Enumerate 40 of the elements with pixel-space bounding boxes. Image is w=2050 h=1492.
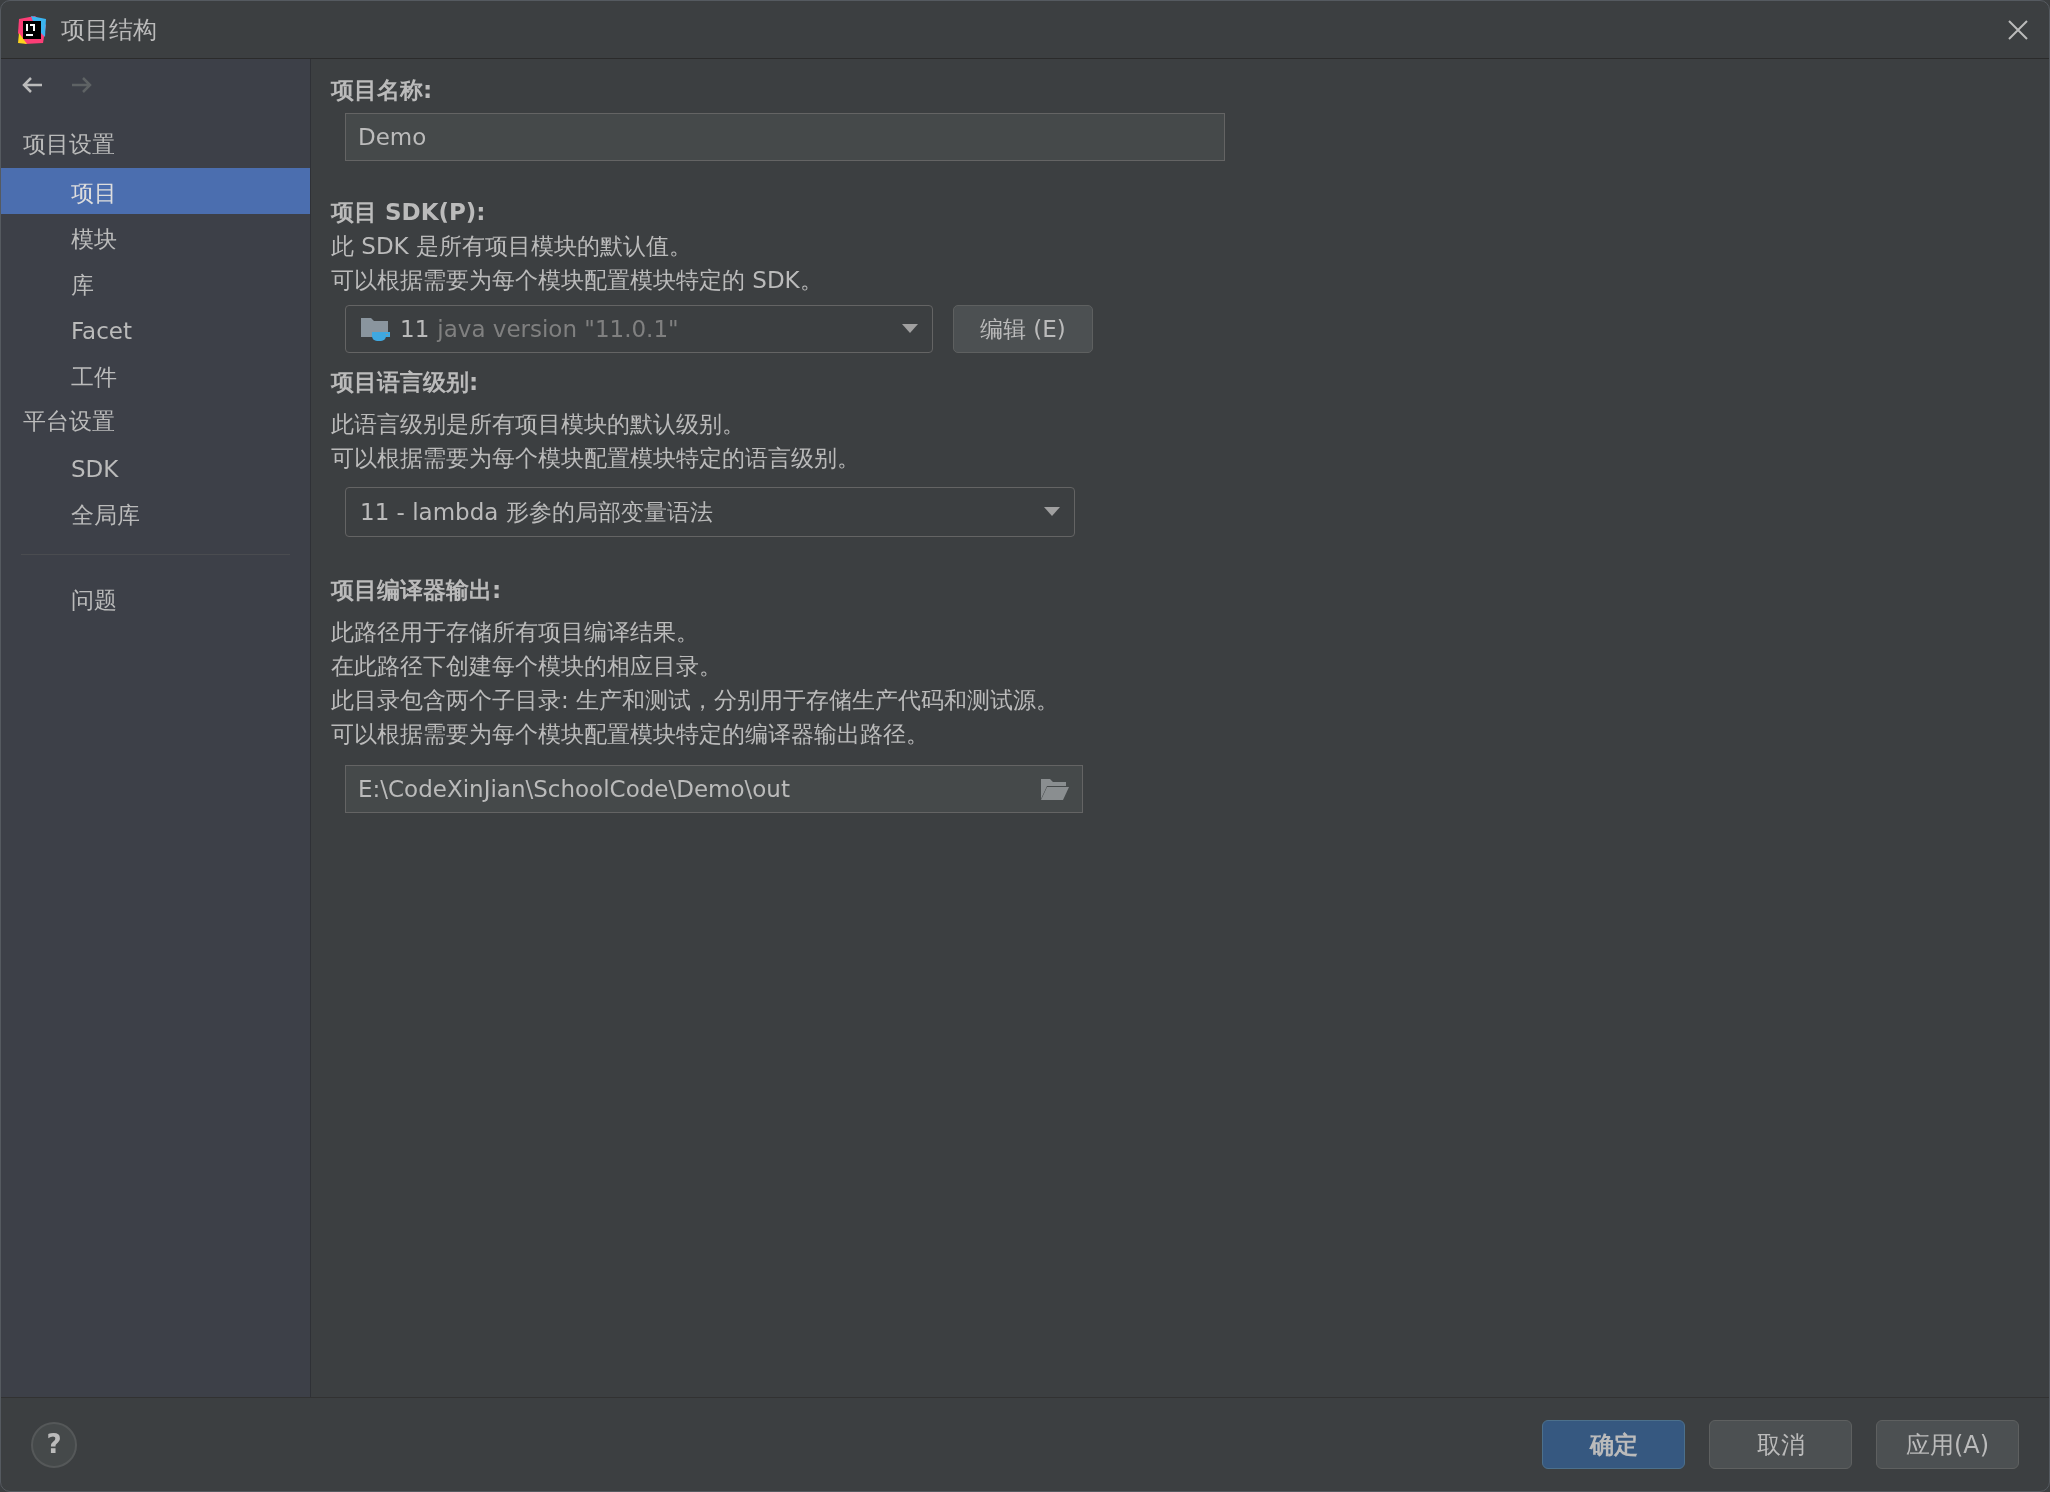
sidebar-item[interactable]: SDK bbox=[1, 444, 310, 490]
sdk-name: 11 bbox=[400, 314, 430, 344]
sidebar-item[interactable]: 模块 bbox=[1, 213, 310, 260]
edit-button[interactable]: 编辑 (E) bbox=[953, 304, 1093, 353]
dialog-button[interactable]: 取消 bbox=[1709, 1420, 1852, 1469]
field-label: 项目语言级别: bbox=[331, 367, 480, 397]
sidebar-item[interactable]: 问题 bbox=[1, 575, 310, 621]
app-logo-icon bbox=[17, 14, 47, 45]
field-label: 项目名称: bbox=[331, 76, 434, 105]
sidebar-item[interactable]: Facet bbox=[1, 305, 310, 352]
caret-icon bbox=[902, 323, 918, 334]
dropdown-value: 11 - lambda 形参的局部变量语法 bbox=[360, 497, 713, 527]
dialog-button[interactable]: 应用(A) bbox=[1876, 1420, 2019, 1469]
help-button[interactable]: ? bbox=[31, 1421, 77, 1468]
description-text: 此语言级别是所有项目模块的默认级别。 bbox=[331, 409, 746, 439]
field-label: 项目编译器输出: bbox=[331, 575, 503, 605]
description-text: 在此路径下创建每个模块的相应目录。 bbox=[331, 651, 723, 681]
description-text: 此目录包含两个子目录: 生产和测试，分别用于存储生产代码和测试源。 bbox=[331, 685, 1061, 715]
sidebar-item[interactable]: 库 bbox=[1, 259, 310, 306]
description-text: 可以根据需要为每个模块配置模块特定的编译器输出路径。 bbox=[331, 719, 930, 749]
description-text: 可以根据需要为每个模块配置模块特定的语言级别。 bbox=[331, 443, 861, 473]
description-text: 此路径用于存储所有项目编译结果。 bbox=[331, 617, 700, 647]
field-label: 项目 SDK(P): bbox=[331, 197, 487, 227]
path-text: E:\CodeXinJian\SchoolCode\Demo\out bbox=[358, 774, 790, 804]
sdk-version: java version "11.0.1" bbox=[437, 314, 679, 344]
sidebar-item[interactable]: 全局库 bbox=[1, 490, 310, 536]
description-text: 可以根据需要为每个模块配置模块特定的 SDK。 bbox=[331, 265, 824, 295]
description-text: 此 SDK 是所有项目模块的默认值。 bbox=[331, 231, 693, 261]
caret-icon bbox=[1044, 506, 1060, 517]
sidebar-item[interactable]: 项目 bbox=[1, 167, 310, 214]
folder-icon bbox=[1040, 776, 1070, 801]
language-level-dropdown[interactable]: 11 - lambda 形参的局部变量语法 bbox=[345, 486, 1075, 537]
project-name-field[interactable]: Demo bbox=[345, 112, 1225, 161]
sidebar-item[interactable]: 工件 bbox=[1, 351, 310, 398]
sdk-dropdown[interactable]: 11 java version "11.0.1" bbox=[345, 304, 933, 353]
sidebar-heading: 平台设置 bbox=[22, 406, 116, 436]
output-path-field[interactable]: E:\CodeXinJian\SchoolCode\Demo\out bbox=[345, 764, 1083, 813]
ok-button[interactable]: 确定 bbox=[1542, 1420, 1685, 1469]
window-title: 项目结构 bbox=[61, 14, 157, 46]
sidebar-heading: 项目设置 bbox=[22, 130, 116, 159]
